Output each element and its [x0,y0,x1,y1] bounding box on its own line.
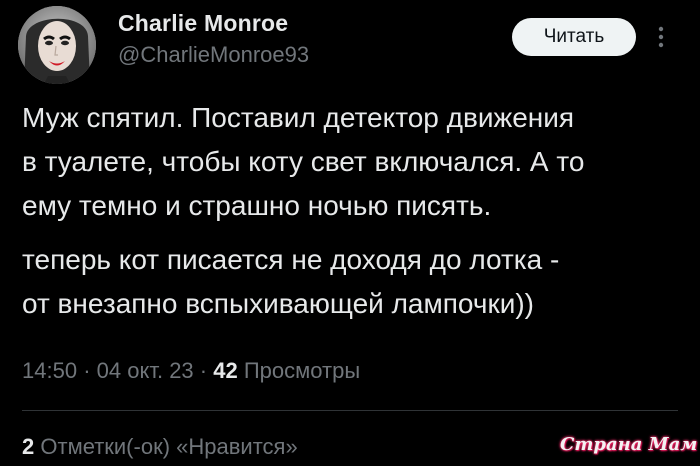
avatar[interactable] [18,6,96,84]
watermark-logo: Страна Мам [560,434,698,455]
tweet-line: в туалете, чтобы коту свет включался. А … [22,146,585,177]
views-count[interactable]: 42 [213,358,237,383]
tweet-paragraph: Муж спятил. Поставил детектор движения в… [22,96,692,228]
tweet-card: Charlie Monroe @CharlieMonroe93 Читать М… [0,0,700,466]
views-label[interactable]: Просмотры [244,358,360,383]
author-handle[interactable]: @CharlieMonroe93 [118,42,309,68]
more-vertical-icon[interactable] [654,22,668,52]
divider [22,410,678,411]
tweet-paragraph: теперь кот писается не доходя до лотка -… [22,238,692,326]
meta-separator: · [83,358,91,383]
tweet-line: от внезапно вспыхивающей лампочки)) [22,288,534,319]
tweet-time[interactable]: 14:50 [22,358,77,383]
author-name[interactable]: Charlie Monroe [118,10,288,37]
likes-label[interactable]: Отметки(-ок) «Нравится» [40,434,297,459]
tweet-stats[interactable]: 2 Отметки(-ок) «Нравится» [22,434,298,460]
meta-separator: · [199,358,208,383]
tweet-line: Муж спятил. Поставил детектор движения [22,102,575,133]
tweet-date[interactable]: 04 окт. 23 [97,358,194,383]
likes-count[interactable]: 2 [22,434,34,459]
follow-button[interactable]: Читать [512,18,636,56]
tweet-text: Муж спятил. Поставил детектор движения в… [22,96,692,336]
tweet-line: теперь кот писается не доходя до лотка - [22,244,560,275]
tweet-line: ему темно и страшно ночью писять. [22,190,492,221]
tweet-meta: 14:50 · 04 окт. 23 · 42 Просмотры [22,358,360,384]
